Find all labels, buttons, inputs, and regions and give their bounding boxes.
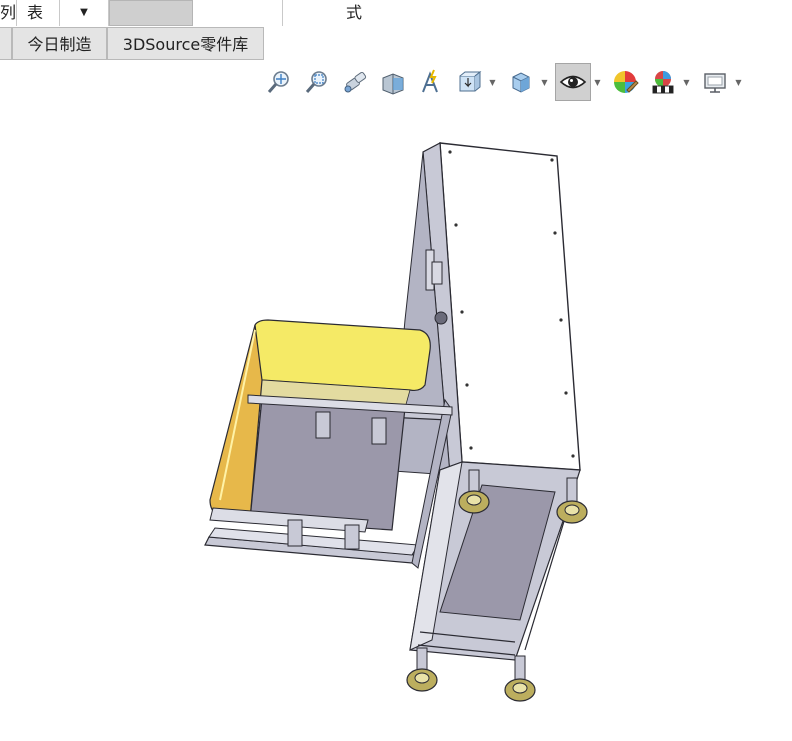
top-separator <box>193 0 283 26</box>
hide-show-items-icon[interactable] <box>555 63 591 101</box>
view-orientation-dropdown-icon[interactable]: ▼ <box>488 63 497 101</box>
command-manager-tabs: 今日制造 3DSource零件库 <box>0 27 792 60</box>
apply-scene-icon[interactable] <box>646 63 680 101</box>
view-settings-dropdown-icon[interactable]: ▼ <box>734 63 743 101</box>
graphics-viewport[interactable] <box>0 102 792 737</box>
previous-view-icon[interactable] <box>338 63 372 101</box>
chevron-down-icon[interactable]: ▼ <box>60 0 109 26</box>
zoom-to-area-icon[interactable] <box>300 63 334 101</box>
apply-scene-dropdown-icon[interactable]: ▼ <box>682 63 691 101</box>
tab-stub[interactable] <box>0 27 12 60</box>
edit-appearance-icon[interactable] <box>608 63 642 101</box>
dynamic-annotation-view-icon[interactable] <box>414 63 448 101</box>
tab-3dsource-parts[interactable]: 3DSource零件库 <box>107 27 264 60</box>
tab-today-manufacturing[interactable]: 今日制造 <box>12 27 107 60</box>
lower-frame[interactable] <box>409 461 581 661</box>
display-style-icon[interactable] <box>504 63 538 101</box>
top-cell-table[interactable]: 表 <box>17 0 60 26</box>
view-orientation-icon[interactable] <box>452 63 486 101</box>
top-cell-partial[interactable]: 列 <box>0 0 17 26</box>
cabinet-body[interactable] <box>379 142 581 477</box>
3d-model-view[interactable] <box>0 102 792 737</box>
top-cell-formula[interactable]: 式 <box>346 0 376 26</box>
display-style-dropdown-icon[interactable]: ▼ <box>540 63 549 101</box>
top-blank-button[interactable] <box>109 0 193 26</box>
hide-show-dropdown-icon[interactable]: ▼ <box>593 63 602 101</box>
zoom-to-fit-icon[interactable] <box>262 63 296 101</box>
section-view-icon[interactable] <box>376 63 410 101</box>
heads-up-view-toolbar: ▼ ▼ ▼ ▼ ▼ <box>262 63 752 101</box>
top-ribbon-fragment: 列 表 ▼ 式 <box>0 0 792 28</box>
view-settings-icon[interactable] <box>698 63 732 101</box>
